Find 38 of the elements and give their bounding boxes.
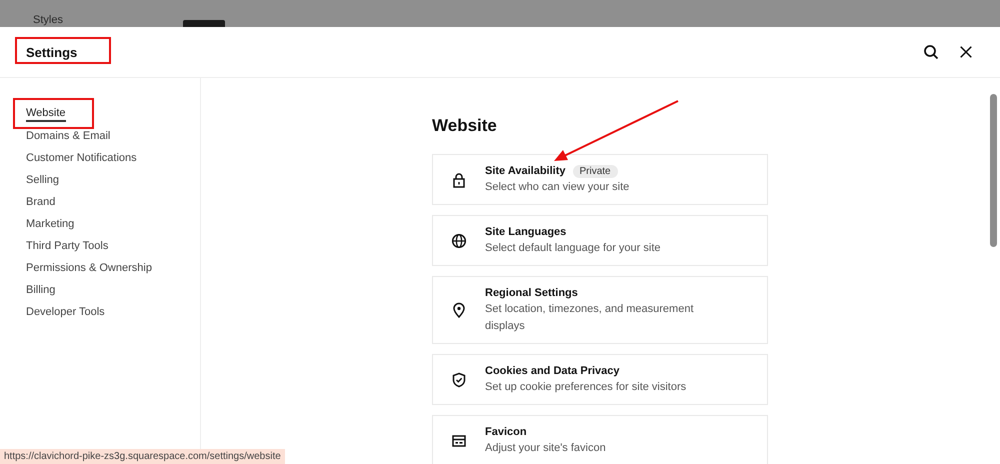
settings-card[interactable]: Cookies and Data Privacy Set up cookie preferences for site visitors (432, 354, 768, 405)
status-badge: Private (572, 164, 618, 178)
settings-card[interactable]: Site Availability Private Select who can view your site (432, 154, 768, 205)
sidebar-item[interactable]: Developer Tools (26, 304, 105, 320)
sidebar-item[interactable]: Website (26, 106, 66, 122)
sidebar-item[interactable]: Customer Notifications (26, 150, 137, 166)
lock-icon (451, 172, 467, 188)
page-heading: Website (432, 116, 498, 136)
card-title: Site Languages (485, 225, 566, 240)
settings-card[interactable]: Favicon Adjust your site's favicon (432, 415, 768, 464)
panel-label: Styles (33, 14, 63, 27)
browser-window-icon (451, 432, 467, 448)
sidebar-item[interactable]: Brand (26, 194, 56, 210)
sidebar-item[interactable]: Billing (26, 282, 56, 298)
shield-check-icon (451, 372, 467, 388)
card-description: Set up cookie preferences for site visitors (485, 380, 686, 395)
sidebar-item[interactable]: Third Party Tools (26, 238, 108, 254)
sidebar-item[interactable]: Domains & Email (26, 128, 110, 144)
close-icon[interactable] (959, 45, 973, 59)
sidebar-item[interactable]: Marketing (26, 216, 74, 232)
search-icon[interactable] (923, 44, 939, 60)
card-title: Site Availability (485, 164, 566, 179)
status-url: https://clavichord-pike-zs3g.squarespace.com/settings/website (0, 449, 285, 464)
sidebar-item[interactable]: Permissions & Ownership (26, 260, 152, 276)
card-description: Select who can view your site (485, 180, 630, 195)
location-pin-icon (451, 302, 467, 318)
card-title: Cookies and Data Privacy (485, 364, 620, 379)
settings-card[interactable]: Site Languages Select default language for your site (432, 215, 768, 266)
modal-title: Settings (26, 44, 78, 60)
globe-icon (451, 232, 467, 248)
card-description: Select default language for your site (485, 241, 661, 256)
card-title: Favicon (485, 425, 527, 440)
card-description: Set location, timezones, and measurement displays (485, 302, 695, 334)
settings-card[interactable]: Regional Settings Set location, timezones, and measurement displays (432, 276, 768, 344)
thumbnail (182, 20, 225, 27)
card-description: Adjust your site's favicon (485, 441, 606, 456)
card-title: Regional Settings (485, 286, 578, 301)
sidebar-item[interactable]: Selling (26, 172, 60, 188)
